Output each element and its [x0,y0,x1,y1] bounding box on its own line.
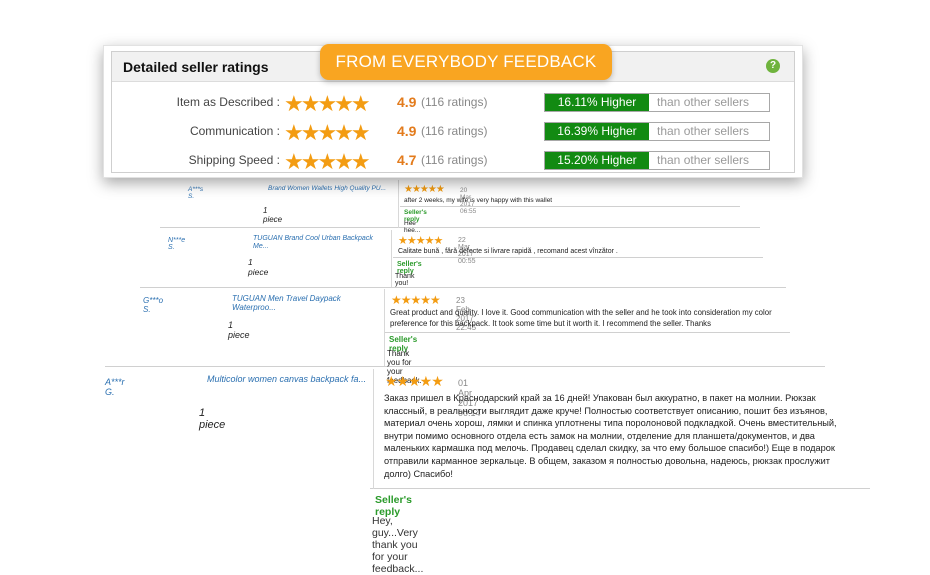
rating-label: Shipping Speed : [188,153,280,167]
rating-count: (116 ratings) [421,153,488,167]
feedback-source-badge: FROM EVERYBODY FEEDBACK [320,44,612,80]
comparison-percent: 16.11% Higher [545,94,649,111]
feedback-text: Заказ пришел в Краснодарский край за 16 … [384,393,837,479]
comparison-badge: 16.11% Higher than other sellers [544,93,770,112]
rating-count: (116 ratings) [421,95,488,109]
buyer-name: N***e S. [168,237,186,251]
comparison-badge: 15.20% Higher than other sellers [544,151,770,170]
rating-score: 4.9 [397,123,417,139]
star-rating-icon: ★★★★★ [391,293,441,307]
column-divider [373,369,374,489]
rating-count: (116 ratings) [421,124,488,138]
product-link[interactable]: Multicolor women canvas backpack fa... [207,374,367,384]
comparison-badge: 16.39% Higher than other sellers [544,122,770,141]
rating-score: 4.9 [397,94,417,110]
seller-reply-text: Hee hee... [404,220,421,234]
buyer-name: G***o S. [143,296,164,314]
row-divider [140,287,786,288]
row-divider [385,332,790,333]
quantity: 1 piece [263,206,283,224]
rating-row-communication: Communication : ★★★★★ 4.9 (116 ratings) … [112,120,794,145]
star-rating-icon: ★★★★★ [404,184,445,195]
feedback-text: Calitate bună , fără defecte si livrare … [398,248,618,255]
product-link[interactable]: TUGUAN Brand Cool Urban Backpack Me... [253,235,388,251]
comparison-text: than other sellers [657,124,750,138]
buyer-name: A***r G. [105,377,125,397]
star-rating-icon: ★★★★★ [284,91,371,116]
comparison-text: than other sellers [657,95,750,109]
product-link[interactable]: TUGUAN Men Travel Daypack Waterproo... [232,294,362,312]
row-divider [160,227,760,228]
comparison-percent: 15.20% Higher [545,152,649,169]
seller-reply-text: Thank you! [395,273,415,287]
row-divider [393,257,763,258]
rating-score: 4.7 [397,152,417,168]
rating-row-item-described: Item as Described : ★★★★★ 4.9 (116 ratin… [112,91,794,116]
rating-row-shipping-speed: Shipping Speed : ★★★★★ 4.7 (116 ratings)… [112,149,794,174]
column-divider [398,180,399,228]
question-circle-icon[interactable]: ? [766,59,780,73]
feedback-text: Great product and quality. I love it. Go… [390,308,772,328]
panel-title: Detailed seller ratings [123,59,269,75]
seller-reply-text: Hey, guy...Very thank you for your feedb… [372,515,424,575]
column-divider [391,230,392,287]
star-rating-icon: ★★★★★ [385,373,444,389]
row-divider [400,206,740,207]
row-divider [105,366,825,367]
comparison-percent: 16.39% Higher [545,123,649,140]
quantity: 1 piece [199,407,226,431]
star-rating-icon: ★★★★★ [284,120,371,145]
rating-label: Item as Described : [176,95,280,109]
star-rating-icon: ★★★★★ [284,149,371,174]
rating-label: Communication : [189,124,280,138]
column-divider [384,289,385,366]
feedback-text: after 2 weeks, my wife is very happy wit… [404,197,553,204]
quantity: 1 piece [248,257,269,277]
quantity: 1 piece [228,320,250,340]
comparison-text: than other sellers [657,153,750,167]
star-rating-icon: ★★★★★ [398,235,443,247]
buyer-name: A***s S. [188,186,204,200]
row-divider [370,488,870,489]
product-link[interactable]: Brand Women Wallets High Quality PU... [268,185,386,192]
